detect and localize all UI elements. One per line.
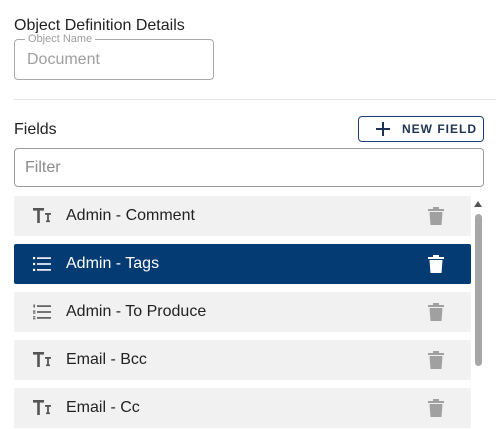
list-item-label: Admin - Comment (66, 207, 195, 224)
scroll-up-arrow-icon[interactable] (474, 200, 482, 208)
new-field-button[interactable]: NEW FIELD (358, 116, 484, 142)
plus-icon (376, 122, 390, 136)
list-item-label: Email - Bcc (66, 351, 147, 368)
list-item-label: Email - Cc (66, 399, 140, 416)
trash-icon[interactable] (427, 206, 445, 226)
list-scrollbar[interactable] (474, 200, 482, 429)
list-item[interactable]: Admin - Comment (14, 196, 471, 236)
filter-field[interactable] (14, 148, 484, 187)
text-field-icon (33, 352, 51, 367)
numbered-list-field-icon (33, 304, 51, 320)
scroll-thumb[interactable] (475, 214, 482, 366)
object-name-value: Document (27, 51, 100, 68)
list-item[interactable]: Email - Cc (14, 388, 471, 428)
text-field-icon (33, 208, 51, 223)
divider (14, 99, 496, 100)
text-field-icon (33, 400, 51, 415)
list-item[interactable]: Admin - To Produce (14, 292, 471, 332)
list-item-label: Admin - Tags (66, 255, 160, 272)
list-item-label: Admin - To Produce (66, 303, 207, 320)
filter-input[interactable] (15, 149, 483, 186)
list-field-icon (33, 257, 51, 271)
object-name-field[interactable]: Object Name Document (14, 33, 214, 80)
fields-label: Fields (14, 121, 57, 138)
list-item[interactable]: Email - Bcc (14, 340, 471, 380)
trash-icon[interactable] (427, 398, 445, 418)
trash-icon[interactable] (427, 254, 445, 274)
list-item-selected[interactable]: Admin - Tags (14, 244, 471, 284)
trash-icon[interactable] (427, 350, 445, 370)
trash-icon[interactable] (427, 302, 445, 322)
new-field-button-label: NEW FIELD (402, 122, 477, 136)
object-name-label: Object Name (25, 33, 96, 45)
